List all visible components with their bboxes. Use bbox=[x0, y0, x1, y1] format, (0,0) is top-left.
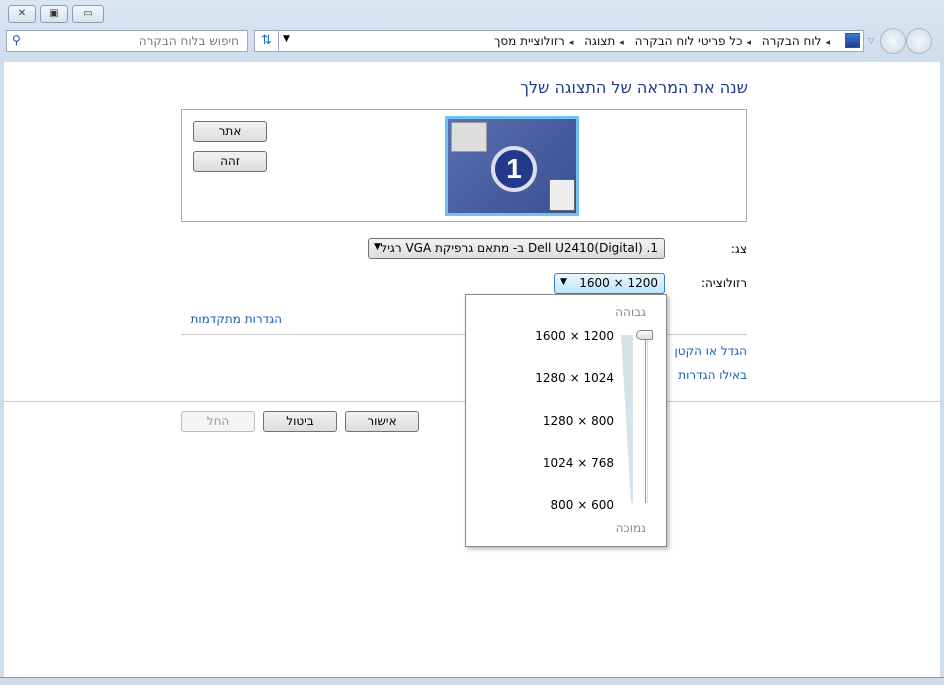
monitor-preview-box: אתר זהה 1 bbox=[181, 109, 747, 222]
resolution-option[interactable]: 1280 × 1024 bbox=[535, 371, 614, 385]
forward-button[interactable] bbox=[880, 28, 906, 54]
address-dropdown-arrow[interactable]: ▼ bbox=[283, 34, 290, 44]
resolution-option[interactable]: 1600 × 1200 bbox=[535, 329, 614, 343]
low-label: נמוכה bbox=[615, 521, 646, 535]
chevron-down-icon: ▼ bbox=[374, 242, 381, 252]
breadcrumb-item[interactable]: לוח הבקרה bbox=[762, 34, 822, 48]
address-bar[interactable]: ⇅ ▼ ◂לוח הבקרה ◂כל פריטי לוח הבקרה ◂תצוג… bbox=[254, 30, 864, 52]
back-button[interactable] bbox=[906, 28, 932, 54]
slider-thumb[interactable] bbox=[636, 330, 653, 340]
chevron-down-icon: ▼ bbox=[560, 277, 567, 287]
monitor-number: 1 bbox=[491, 146, 537, 192]
detect-button[interactable]: אתר bbox=[193, 121, 267, 142]
breadcrumb-item[interactable]: רזולוציית מסך bbox=[494, 34, 565, 48]
monitor-1[interactable]: 1 bbox=[445, 116, 579, 216]
recent-pages-icon[interactable]: ▽ bbox=[868, 36, 874, 45]
control-panel-icon bbox=[845, 33, 860, 48]
restore-button[interactable]: ▣ bbox=[40, 5, 68, 23]
search-placeholder: חיפוש בלוח הבקרה bbox=[138, 34, 239, 48]
ok-button[interactable]: אישור bbox=[345, 411, 419, 432]
page-title: שנה את המראה של התצוגה שלך bbox=[520, 78, 748, 97]
resolution-dropdown: גבוהה 1600 × 1200 1280 × 1024 1280 × 800… bbox=[465, 294, 667, 547]
resolution-select[interactable]: 1600 × 1200 ▼ bbox=[554, 273, 665, 294]
high-label: גבוהה bbox=[615, 305, 646, 319]
apply-button: החל bbox=[181, 411, 255, 432]
slider-track-shading bbox=[621, 335, 633, 503]
breadcrumb-item[interactable]: כל פריטי לוח הבקרה bbox=[635, 34, 743, 48]
gadget-thumbnail bbox=[549, 179, 575, 211]
close-icon: ✕ bbox=[17, 8, 27, 19]
display-label: צג: bbox=[730, 242, 747, 256]
window-bottom-border bbox=[0, 677, 944, 685]
search-icon: ⚲ bbox=[12, 33, 21, 47]
minimize-button[interactable]: ▭ bbox=[72, 5, 104, 23]
which-settings-link[interactable]: באילו הגדרות bbox=[678, 368, 747, 382]
slider-track[interactable] bbox=[645, 335, 648, 503]
breadcrumb-item[interactable]: תצוגה bbox=[584, 34, 615, 48]
identify-button[interactable]: זהה bbox=[193, 151, 267, 172]
display-select[interactable]: 1. Dell U2410(Digital) ב- מתאם גרפיקת VG… bbox=[368, 238, 665, 259]
advanced-settings-link[interactable]: הגדרות מתקדמות bbox=[191, 312, 283, 326]
resolution-label: רזולוציה: bbox=[701, 276, 747, 290]
close-button[interactable]: ✕ bbox=[8, 5, 36, 23]
resolution-option[interactable]: 1280 × 800 bbox=[543, 414, 614, 428]
resolution-value: 1600 × 1200 bbox=[579, 276, 658, 290]
display-value: 1. Dell U2410(Digital) ב- מתאם גרפיקת VG… bbox=[380, 241, 658, 255]
window-thumbnail bbox=[451, 122, 487, 152]
resolution-option[interactable]: 1024 × 768 bbox=[543, 456, 614, 470]
refresh-icon: ⇅ bbox=[261, 33, 272, 48]
resolution-option[interactable]: 800 × 600 bbox=[551, 498, 615, 512]
refresh-button[interactable]: ⇅ bbox=[255, 31, 279, 51]
minimize-icon: ▭ bbox=[83, 8, 93, 19]
resize-text-link[interactable]: הגדל או הקטן bbox=[675, 344, 747, 358]
search-input[interactable]: ⚲ חיפוש בלוח הבקרה bbox=[6, 30, 248, 52]
cancel-button[interactable]: ביטול bbox=[263, 411, 337, 432]
restore-icon: ▣ bbox=[49, 8, 59, 19]
